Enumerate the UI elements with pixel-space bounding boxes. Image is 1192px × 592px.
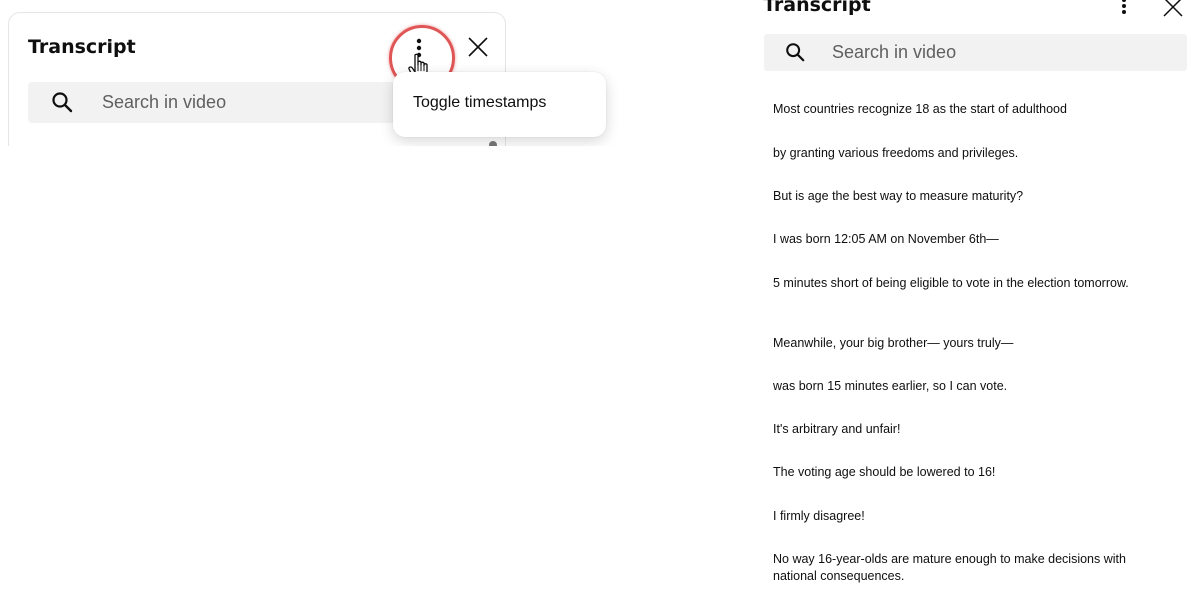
transcript-segment[interactable]: Most countries recognize 18 as the start… <box>773 101 1173 118</box>
transcript-segment[interactable]: I firmly disagree! <box>773 508 1173 525</box>
scrollbar-thumb[interactable] <box>489 141 497 146</box>
transcript-segment[interactable]: Meanwhile, your big brother— yours truly… <box>773 335 1173 352</box>
close-icon[interactable] <box>1162 0 1184 23</box>
transcript-segment[interactable]: No way 16-year-olds are mature enough to… <box>773 551 1173 585</box>
close-icon[interactable] <box>467 36 489 63</box>
transcript-segment[interactable]: I was born 12:05 AM on November 6th— <box>773 231 1173 248</box>
search-input[interactable]: Search in video <box>764 34 1187 71</box>
transcript-segment[interactable]: was born 15 minutes earlier, so I can vo… <box>773 378 1173 395</box>
transcript-segment[interactable]: It's arbitrary and unfair! <box>773 421 1173 438</box>
transcript-segment[interactable]: But is age the best way to measure matur… <box>773 188 1173 205</box>
transcript-panel-menu-crop: Transcript Search in video Toggle timest… <box>0 0 620 146</box>
search-input[interactable]: Search in video <box>28 82 428 123</box>
search-placeholder: Search in video <box>832 42 957 62</box>
search-icon <box>50 90 74 119</box>
more-options-menu: Toggle timestamps <box>393 72 606 137</box>
transcript-segment[interactable]: 5 minutes short of being eligible to vot… <box>773 275 1173 292</box>
more-vert-icon[interactable] <box>1120 0 1128 23</box>
transcript-segment[interactable]: The voting age should be lowered to 16! <box>773 464 1173 481</box>
menu-item-toggle-timestamps[interactable]: Toggle timestamps <box>413 94 546 112</box>
panel-title: Transcript <box>28 36 136 58</box>
search-placeholder: Search in video <box>102 92 227 112</box>
transcript-segment[interactable]: by granting various freedoms and privile… <box>773 145 1173 162</box>
search-icon <box>784 41 806 68</box>
panel-title-right: Transcript <box>763 0 871 16</box>
